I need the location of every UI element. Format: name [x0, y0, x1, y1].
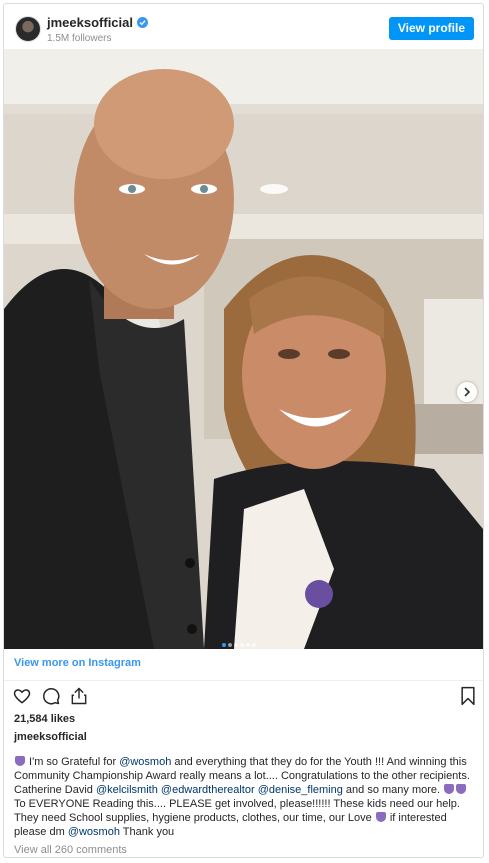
- mention-link[interactable]: @edwardtherealtor: [161, 784, 255, 796]
- selfie-illustration: [4, 49, 483, 649]
- mention-link[interactable]: @denise_fleming: [258, 784, 343, 796]
- comment-icon[interactable]: [41, 686, 61, 711]
- caption-text: Thank you: [119, 826, 175, 838]
- caption-text: and so many more.: [342, 784, 444, 796]
- pray-emoji-icon: [444, 784, 455, 794]
- view-more-link[interactable]: View more on Instagram: [14, 657, 141, 669]
- bookmark-icon[interactable]: [459, 686, 477, 711]
- carousel-dot: [252, 643, 256, 647]
- caption-text: I'm so Grateful for: [26, 756, 120, 768]
- share-icon[interactable]: [69, 686, 89, 711]
- follower-count: 1.5M followers: [47, 33, 112, 44]
- like-count: 21,584 likes: [14, 713, 76, 725]
- view-profile-button[interactable]: View profile: [388, 17, 474, 40]
- carousel-indicator: [222, 634, 258, 647]
- heart-icon[interactable]: [12, 686, 32, 711]
- chevron-right-icon: [464, 387, 471, 397]
- carousel-dot: [246, 643, 250, 647]
- mention-link[interactable]: @kelcilsmith: [96, 784, 158, 796]
- divider: [4, 680, 483, 681]
- username-text[interactable]: jmeeksofficial: [47, 15, 133, 30]
- pray-emoji-icon: [375, 812, 386, 822]
- verified-badge-icon: [137, 17, 148, 28]
- pray-emoji-icon: [456, 784, 467, 794]
- mention-link[interactable]: @wosmoh: [68, 826, 120, 838]
- post-header: jmeeksofficial 1.5M followers View profi…: [4, 4, 483, 50]
- carousel-next-button[interactable]: [457, 382, 477, 402]
- mention-link[interactable]: @wosmoh: [119, 756, 171, 768]
- action-bar: [12, 686, 477, 710]
- carousel-dot: [240, 643, 244, 647]
- profile-username[interactable]: jmeeksofficial: [47, 15, 148, 30]
- carousel-dot: [234, 643, 238, 647]
- caption-username[interactable]: jmeeksofficial: [14, 731, 87, 743]
- post-photo[interactable]: [4, 49, 483, 649]
- carousel-dot: [222, 643, 226, 647]
- pray-emoji-icon: [15, 756, 25, 766]
- post-caption: I'm so Grateful for @wosmoh and everythi…: [14, 755, 470, 839]
- view-comments-link[interactable]: View all 260 comments: [14, 844, 127, 856]
- carousel-dot: [228, 643, 232, 647]
- profile-avatar[interactable]: [15, 16, 41, 42]
- instagram-embed-card: jmeeksofficial 1.5M followers View profi…: [3, 3, 484, 858]
